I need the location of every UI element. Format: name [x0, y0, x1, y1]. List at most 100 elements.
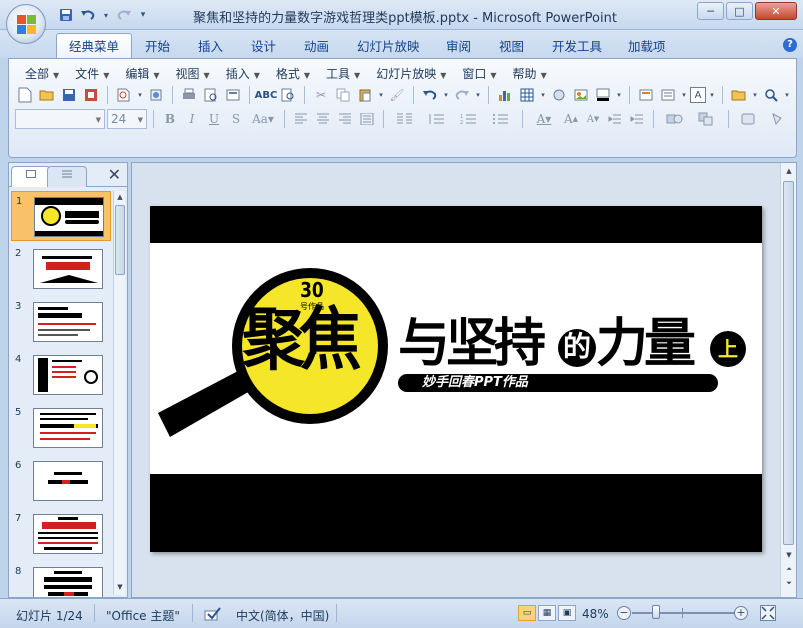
menu-slideshow[interactable]: 幻灯片放映 ▼ [368, 63, 454, 84]
dropdown-arrow-icon[interactable]: ▾ [708, 85, 716, 105]
color-fill-icon[interactable] [593, 85, 613, 105]
menu-window[interactable]: 窗口 ▼ [454, 63, 504, 84]
thumbnails-scrollbar[interactable]: ▲ ▼ [113, 191, 125, 595]
arrange-icon[interactable] [692, 109, 722, 129]
permission-icon[interactable] [81, 85, 101, 105]
dropdown-arrow-icon[interactable]: ▾ [615, 85, 623, 105]
publish-icon[interactable] [146, 85, 166, 105]
slide-thumbnail[interactable]: 2 [11, 244, 111, 294]
scroll-down-icon[interactable]: ▼ [115, 583, 125, 593]
line-spacing-icon[interactable] [422, 109, 452, 129]
maximize-button[interactable]: □ [726, 2, 753, 20]
save-icon[interactable] [58, 7, 74, 23]
dropdown-arrow-icon[interactable]: ▾ [474, 85, 482, 105]
zoom-slider-handle[interactable] [652, 605, 660, 619]
fit-to-window-icon[interactable] [760, 605, 776, 621]
format-painter-icon[interactable]: 🖌 [387, 85, 407, 105]
next-slide-icon[interactable]: ⏷ [784, 579, 794, 589]
bold-icon[interactable]: B [160, 109, 180, 129]
grow-font-icon[interactable]: A ▲ [561, 109, 581, 129]
tab-view[interactable]: 视图 [487, 36, 536, 58]
table-icon[interactable] [517, 85, 537, 105]
tab-classic-menu[interactable]: 经典菜单 [56, 33, 133, 58]
layout-icon[interactable] [658, 85, 678, 105]
minimize-button[interactable]: ─ [697, 2, 724, 20]
new-document-icon[interactable] [15, 85, 35, 105]
previous-slide-icon[interactable]: ⏶ [784, 565, 794, 575]
save-icon[interactable] [59, 85, 79, 105]
dropdown-arrow-icon[interactable]: ▾ [783, 85, 791, 105]
tab-addins[interactable]: 加载项 [616, 36, 678, 58]
tab-slides[interactable] [11, 166, 51, 187]
quick-styles-icon[interactable] [735, 109, 765, 129]
language-indicator[interactable]: 中文(简体，中国) [236, 607, 329, 624]
dropdown-arrow-icon[interactable]: ▾ [680, 85, 688, 105]
dropdown-arrow-icon[interactable]: ▾ [136, 85, 144, 105]
scroll-down-icon[interactable]: ▼ [784, 551, 794, 561]
shape-fill-icon[interactable] [767, 109, 787, 129]
zoom-out-icon[interactable]: − [617, 606, 631, 620]
help-icon[interactable]: ? [783, 38, 797, 52]
change-case-icon[interactable]: Aa▾ [248, 109, 278, 129]
redo-icon[interactable] [452, 85, 472, 105]
menu-edit[interactable]: 编辑 ▼ [117, 63, 167, 84]
decrease-indent-icon[interactable] [605, 109, 625, 129]
spellcheck-icon[interactable] [204, 607, 222, 624]
dropdown-arrow-icon[interactable]: ▾ [442, 85, 450, 105]
bullets-icon[interactable] [486, 109, 516, 129]
slide-sorter-button[interactable]: ▦ [538, 605, 556, 621]
font-size-combo[interactable]: 24 ▼ [107, 109, 147, 129]
textbox-icon[interactable]: A [690, 87, 706, 103]
copy-icon[interactable] [333, 85, 353, 105]
research-icon[interactable] [278, 85, 298, 105]
tab-review[interactable]: 审阅 [434, 36, 483, 58]
columns-icon[interactable] [390, 109, 420, 129]
spelling-icon[interactable]: ABC [255, 85, 278, 105]
slide-canvas[interactable]: 30 号作品 聚焦 与坚持 的 力量 上 妙手回春PPT作品 [150, 206, 762, 552]
align-right-icon[interactable] [335, 109, 355, 129]
paste-icon[interactable] [355, 85, 375, 105]
slide-thumbnail[interactable]: 8 [11, 562, 111, 597]
menu-all[interactable]: 全部 ▼ [17, 63, 67, 84]
menu-insert[interactable]: 插入 ▼ [218, 63, 268, 84]
editor-scrollbar[interactable]: ▲ ▼ ⏶ ⏷ [780, 163, 796, 597]
office-button[interactable] [6, 4, 46, 44]
close-icon[interactable]: ✕ [108, 165, 121, 184]
dropdown-arrow-icon[interactable]: ▾ [539, 85, 547, 105]
scroll-up-icon[interactable]: ▲ [115, 193, 125, 203]
undo-dropdown-icon[interactable]: ▾ [102, 7, 110, 23]
font-name-combo[interactable]: ▼ [15, 109, 105, 129]
align-left-icon[interactable] [291, 109, 311, 129]
scrollbar-thumb[interactable] [783, 181, 794, 545]
slide-thumbnail[interactable]: 6 [11, 456, 111, 506]
menu-format[interactable]: 格式 ▼ [268, 63, 318, 84]
normal-view-button[interactable]: ▭ [518, 605, 536, 621]
shrink-font-icon[interactable]: A ▼ [583, 109, 603, 129]
tab-slideshow[interactable]: 幻灯片放映 [345, 36, 432, 58]
print-preview-doc-icon[interactable] [201, 85, 221, 105]
menu-tools[interactable]: 工具 ▼ [318, 63, 368, 84]
tab-design[interactable]: 设计 [239, 36, 288, 58]
slideshow-button[interactable]: ▣ [558, 605, 576, 621]
slide-thumbnail[interactable]: 1 [11, 191, 111, 241]
folder-icon[interactable] [729, 85, 749, 105]
align-center-icon[interactable] [313, 109, 333, 129]
zoom-in-icon[interactable]: + [734, 606, 748, 620]
justify-icon[interactable] [357, 109, 377, 129]
find-icon[interactable] [761, 85, 781, 105]
undo-icon[interactable] [80, 7, 96, 23]
new-slide-icon[interactable] [636, 85, 656, 105]
scrollbar-thumb[interactable] [115, 205, 125, 275]
menu-view[interactable]: 视图 ▼ [168, 63, 218, 84]
zoom-level[interactable]: 48% [582, 607, 609, 621]
clipart-icon[interactable] [549, 85, 569, 105]
print-preview-icon[interactable] [114, 85, 134, 105]
shadow-icon[interactable]: S [226, 109, 246, 129]
undo-icon[interactable] [420, 85, 440, 105]
customize-toolbar-icon[interactable]: ▾ [138, 7, 148, 23]
font-color-icon[interactable]: A▾ [529, 109, 559, 129]
zoom-slider[interactable] [632, 612, 740, 614]
tab-animation[interactable]: 动画 [292, 36, 341, 58]
view-icon[interactable] [223, 85, 243, 105]
tab-developer[interactable]: 开发工具 [540, 36, 614, 58]
